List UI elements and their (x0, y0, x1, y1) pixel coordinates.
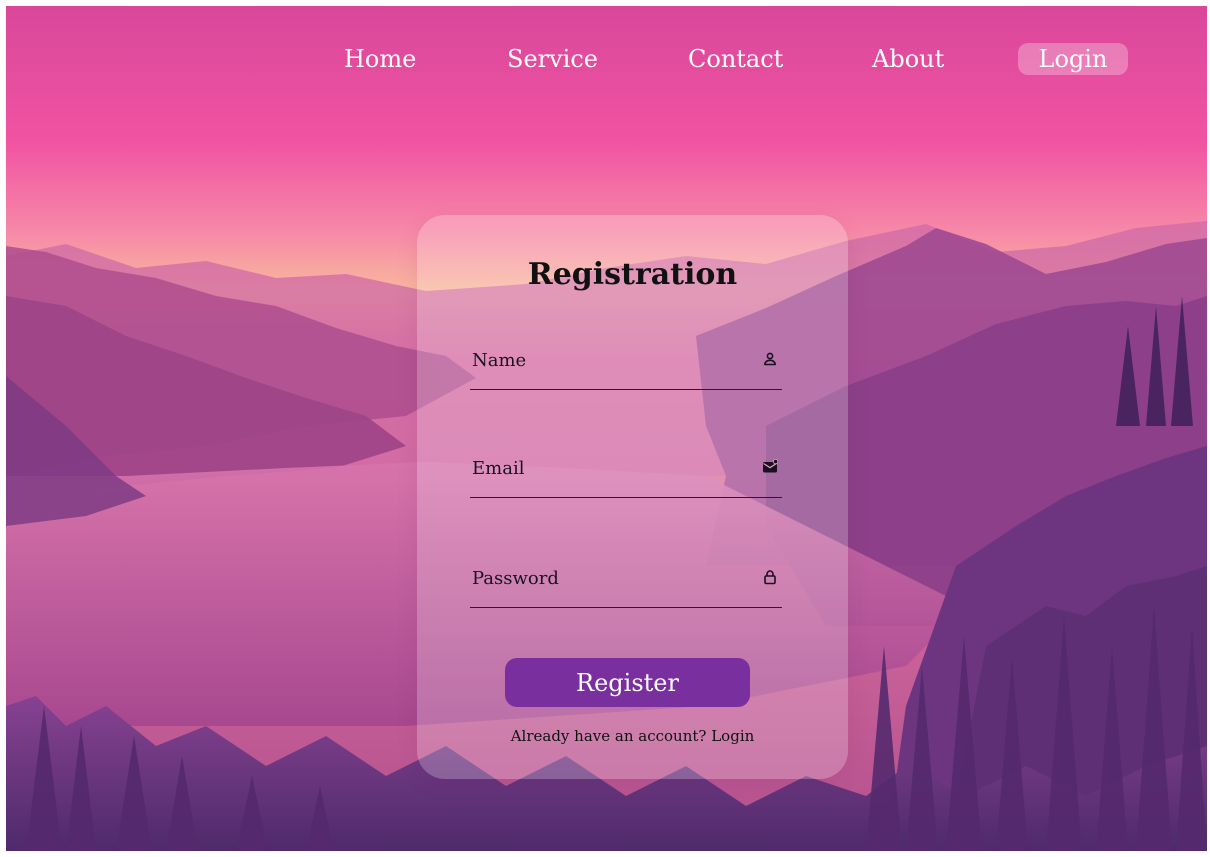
registration-card: Registration Name Email Register Already… (417, 215, 848, 779)
login-link[interactable]: Login (711, 727, 754, 745)
lock-icon (762, 569, 778, 585)
login-prompt: Already have an account? Login (417, 727, 848, 745)
person-icon (762, 351, 778, 367)
nav-login-button[interactable]: Login (1018, 43, 1128, 75)
nav-link-contact[interactable]: Contact (688, 43, 783, 75)
name-field (470, 341, 782, 390)
login-prompt-text: Already have an account? (510, 727, 707, 745)
mail-icon (762, 459, 778, 475)
page-frame: Home Service Contact About Login Registr… (6, 6, 1207, 851)
form-title: Registration (527, 257, 738, 292)
nav-link-about[interactable]: About (872, 43, 944, 75)
name-input[interactable] (470, 345, 742, 375)
register-button[interactable]: Register (505, 658, 750, 707)
nav-link-home[interactable]: Home (344, 43, 416, 75)
top-navigation: Home Service Contact About Login (6, 43, 1207, 83)
password-field (470, 559, 782, 608)
email-field (470, 449, 782, 498)
password-input[interactable] (470, 563, 742, 593)
nav-link-service[interactable]: Service (507, 43, 598, 75)
email-input[interactable] (470, 453, 742, 483)
